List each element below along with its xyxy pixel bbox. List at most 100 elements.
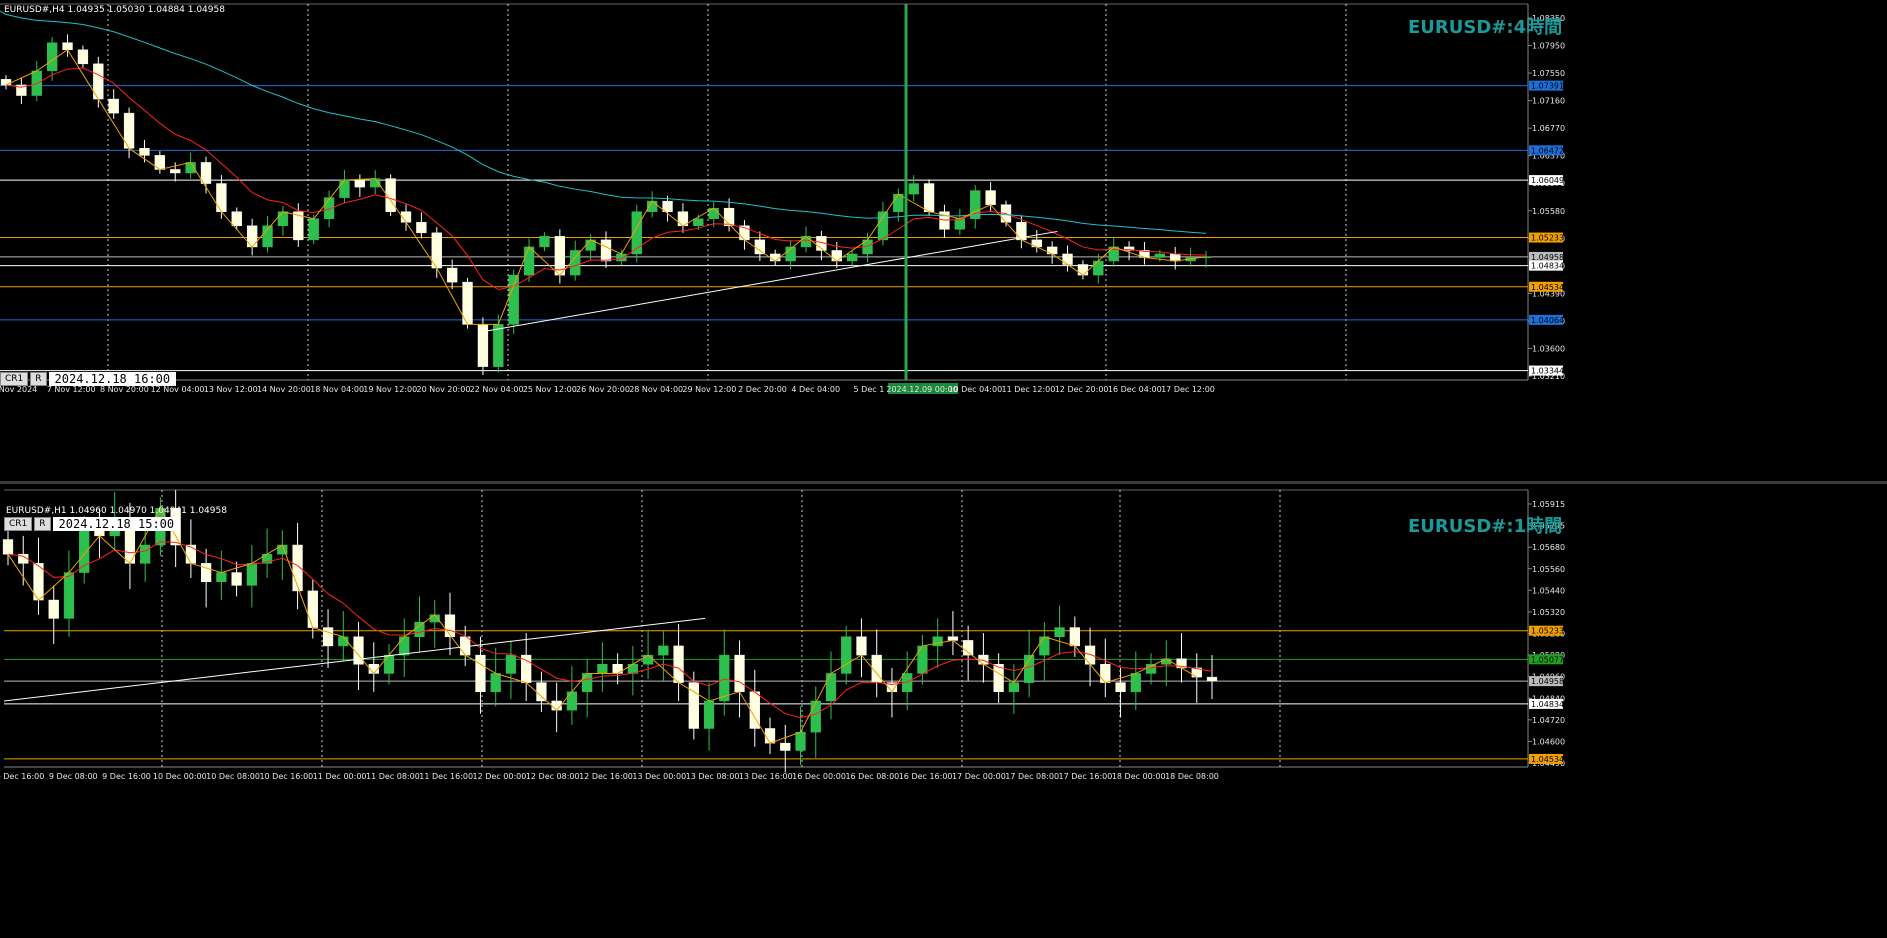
h1-x-tick-label: 18 Dec 00:00 [1112, 772, 1166, 781]
h1-candle [48, 599, 59, 619]
h4-datetime-box: CR1 R 2024.12.18 16:00 [0, 372, 177, 386]
h1-y-tick-label: 1.05320 [1532, 608, 1565, 617]
h4-candle [62, 42, 73, 51]
h4-candle [216, 183, 227, 212]
h1-candle [825, 673, 837, 702]
h1-candle [856, 636, 867, 656]
h4-candle [0, 79, 12, 86]
h1-candle [597, 664, 608, 674]
h1-candle [2, 539, 14, 555]
h4-x-tick-label: 2024.12.09 00:00 [886, 385, 957, 394]
h4-candle [923, 183, 935, 212]
h1-candle [1084, 645, 1096, 665]
h1-x-tick-label: 11 Dec 00:00 [313, 772, 367, 781]
h1-candle [780, 742, 791, 751]
h1-x-tick-label: 13 Dec 16:00 [739, 772, 793, 781]
h1-x-tick-label: 16 Dec 00:00 [792, 772, 846, 781]
h4-level-label: 1.03344 [1531, 367, 1564, 376]
h1-chart-svg[interactable]: 1.059151.057951.056801.055601.054401.053… [0, 484, 1887, 938]
h4-ema-cyan [0, 10, 1207, 234]
h4-candle [723, 207, 735, 227]
h4-candle [1077, 264, 1089, 276]
h4-level-label: 1.06049 [1531, 176, 1564, 185]
h4-candle [200, 162, 212, 184]
h1-candle [414, 621, 425, 638]
h1-r-button[interactable]: R [34, 517, 51, 531]
h4-candle [877, 211, 889, 241]
h1-candle [841, 636, 852, 674]
h4-candle [277, 211, 289, 227]
h4-chart-svg[interactable]: 1.083501.079501.075501.071601.067701.063… [0, 0, 1887, 481]
h4-chart-panel[interactable]: 1.08350 1.07950 1.07550 1.07160 1.06770 1.063… [0, 0, 1887, 481]
h1-candle [719, 654, 730, 702]
h4-candle [1154, 253, 1166, 258]
h4-candle [893, 193, 904, 212]
h1-level-label: 1.05077 [1531, 655, 1564, 664]
h1-x-tick-label: 10 Dec 08:00 [206, 772, 260, 781]
h1-candle [582, 673, 593, 693]
h1-y-tick-label: 1.05560 [1532, 565, 1565, 574]
h4-candle [354, 179, 366, 188]
h1-candle [63, 572, 75, 619]
h4-x-tick-label: 29 Nov 12:00 [682, 385, 736, 394]
h1-candle [536, 682, 547, 702]
h1-chart-panel[interactable]: 1.05915 1.05795 1.05680 1.05560 1.05440 1.053… [0, 484, 1887, 938]
h4-candle [231, 211, 242, 227]
h1-candle [1069, 627, 1080, 647]
h1-x-tick-label: 12 Dec 16:00 [579, 772, 633, 781]
h1-x-tick-label: 11 Dec 08:00 [366, 772, 420, 781]
h4-x-tick-label: 10 Dec 04:00 [948, 385, 1002, 394]
h1-candle [399, 636, 410, 656]
h1-datetime-value: 2024.12.18 15:00 [52, 517, 181, 531]
h4-cr-button[interactable]: CR1 [0, 372, 29, 386]
h4-chart-title: EURUSD#:4時間 [1408, 17, 1563, 38]
h4-candle [493, 324, 504, 367]
h1-candle [612, 664, 623, 674]
h1-candle [505, 654, 517, 674]
h1-candle [673, 645, 684, 683]
h4-candle [139, 148, 150, 156]
h4-candle [523, 246, 535, 276]
h1-x-tick-label: 11 Dec 16:00 [419, 772, 473, 781]
h4-candle [770, 253, 781, 262]
h1-candle [1161, 658, 1172, 665]
h4-level-label: 1.05233 [1531, 234, 1564, 243]
h4-x-tick-label: 12 Dec 20:00 [1055, 385, 1109, 394]
h1-candle [1115, 682, 1126, 693]
h4-candle [446, 267, 458, 283]
h4-level-label: 1.04064 [1531, 316, 1564, 325]
h4-x-tick-label: 14 Nov 20:00 [257, 385, 311, 394]
h4-candle [46, 42, 58, 72]
h4-chart-header: EURUSD#,H4 1.04935 1.05030 1.04884 1.049… [4, 5, 225, 15]
h1-x-tick-label: 6 Dec 16:00 [0, 772, 44, 781]
h1-candle [1206, 676, 1218, 682]
h4-x-tick-label: 13 Nov 12:00 [204, 385, 258, 394]
h4-candle [754, 239, 766, 255]
h4-level-label: 1.04534 [1531, 283, 1564, 292]
h1-x-tick-label: 17 Dec 08:00 [1005, 772, 1059, 781]
h1-candle [490, 673, 501, 693]
h4-candle [800, 236, 812, 248]
h1-candle [1039, 636, 1050, 656]
h1-candle [185, 544, 197, 564]
h4-datetime-value: 2024.12.18 16:00 [48, 372, 177, 386]
h4-x-tick-label: 28 Nov 04:00 [629, 385, 683, 394]
h4-y-tick-label: 1.07160 [1532, 97, 1565, 106]
h4-candle [954, 218, 966, 230]
h4-candle [77, 49, 89, 65]
h4-r-button[interactable]: R [30, 372, 47, 386]
h4-candle [170, 169, 181, 174]
h1-candle [917, 645, 928, 674]
h1-candle [1100, 664, 1111, 683]
h4-candle [1170, 253, 1181, 262]
h1-candle [475, 654, 486, 693]
h1-cr-button[interactable]: CR1 [4, 517, 33, 531]
h1-x-tick-label: 13 Dec 00:00 [632, 772, 686, 781]
h1-candle [810, 700, 821, 733]
h1-chart-header: EURUSD#,H1 1.04960 1.04970 1.04941 1.049… [6, 506, 227, 516]
h4-y-tick-label: 1.07550 [1532, 69, 1565, 78]
h4-x-tick-label: 12 Nov 04:00 [151, 385, 205, 394]
h1-candle [703, 700, 715, 729]
h1-candle [322, 627, 334, 647]
h4-x-tick-label: 16 Dec 04:00 [1108, 385, 1162, 394]
